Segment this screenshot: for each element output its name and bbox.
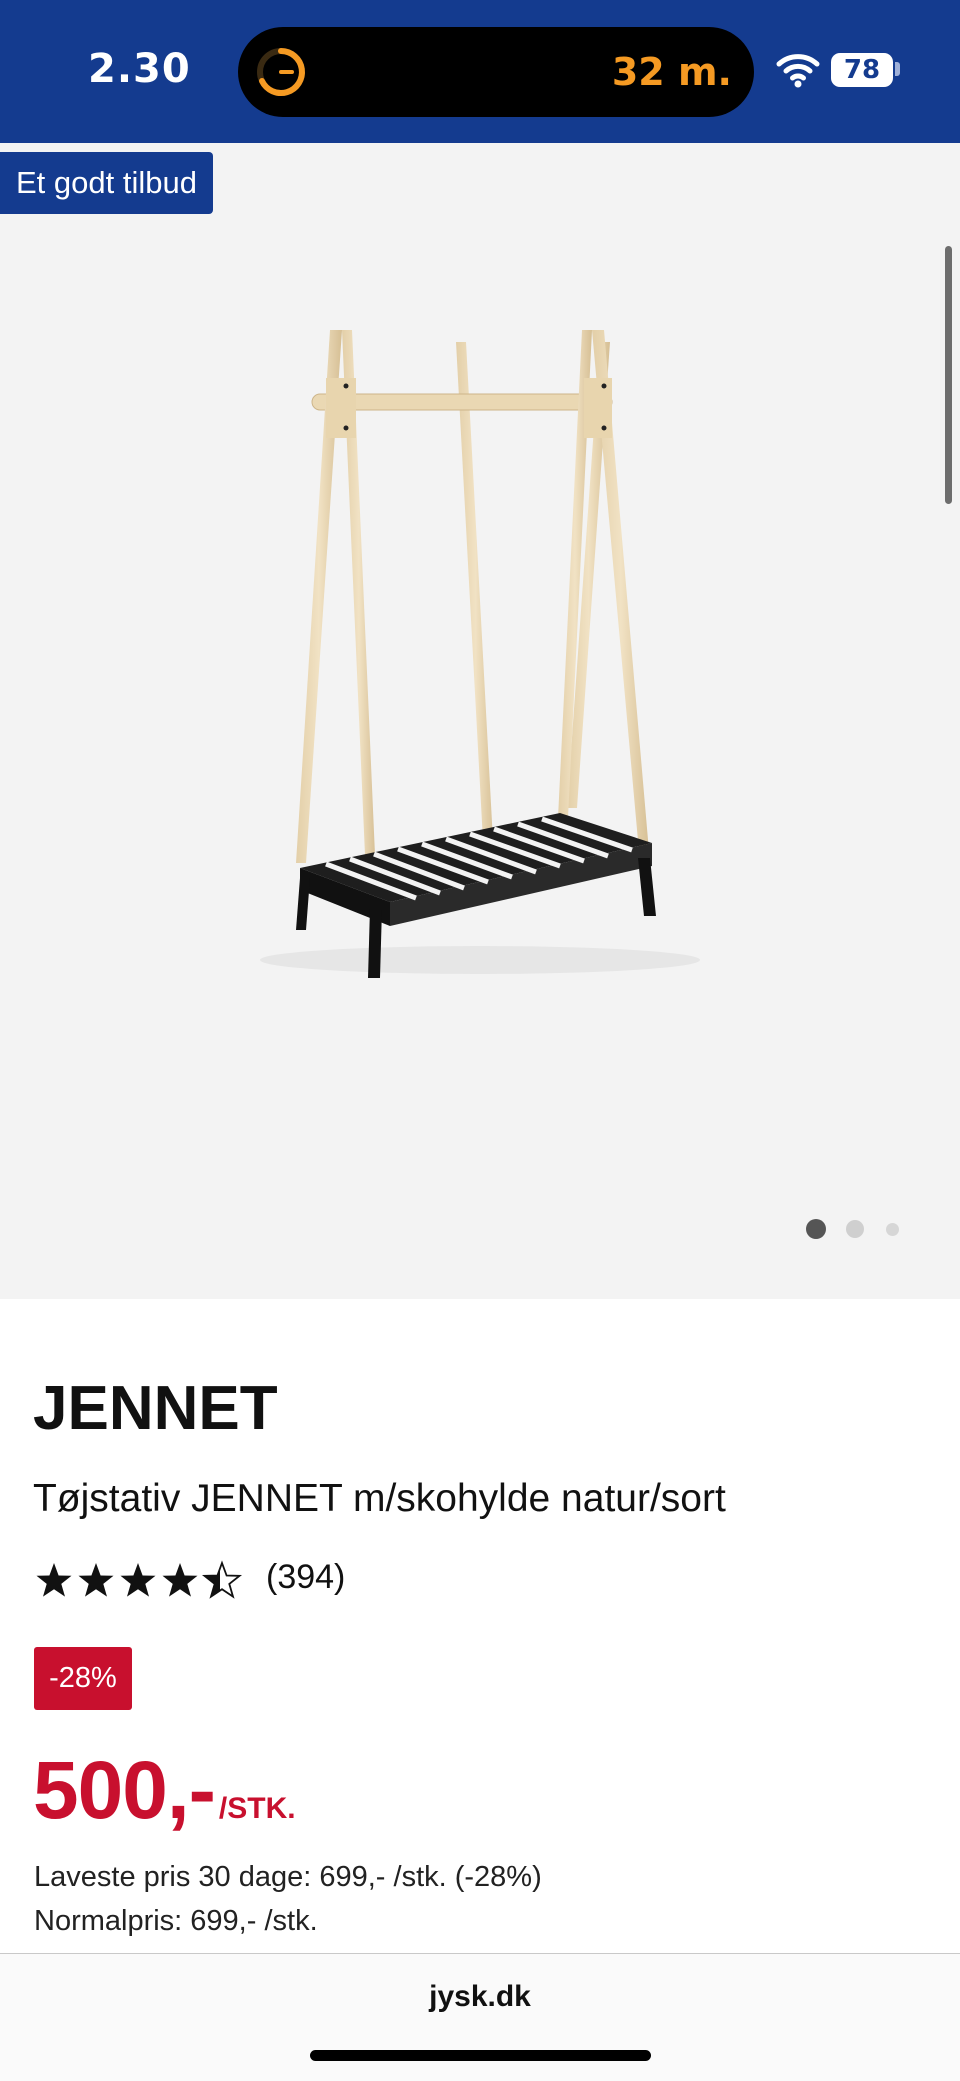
star-icon bbox=[36, 1563, 72, 1597]
timer-icon bbox=[257, 48, 305, 96]
star-icon bbox=[162, 1563, 198, 1597]
normal-price-note: Normalpris: 699,- /stk. bbox=[34, 1905, 318, 1937]
gallery-scrollbar[interactable] bbox=[945, 246, 952, 504]
price-unit: /STK. bbox=[218, 1792, 296, 1825]
dynamic-island[interactable]: 32 m. bbox=[238, 27, 754, 117]
star-icon bbox=[78, 1563, 114, 1597]
product-title: Tøjstativ JENNET m/skohylde natur/sort bbox=[33, 1477, 726, 1520]
offer-badge: Et godt tilbud bbox=[0, 152, 213, 214]
price-row: 500,-/STK. bbox=[33, 1744, 296, 1838]
product-image[interactable] bbox=[230, 318, 730, 998]
home-indicator[interactable] bbox=[310, 2050, 651, 2061]
status-time: 2.30 bbox=[88, 46, 191, 92]
timer-remaining: 32 m. bbox=[611, 50, 732, 94]
product-brand: JENNET bbox=[33, 1374, 278, 1443]
price: 500,- bbox=[33, 1745, 216, 1836]
discount-badge: -28% bbox=[34, 1647, 132, 1710]
star-icon bbox=[120, 1563, 156, 1597]
pagination-dot-active[interactable] bbox=[806, 1219, 826, 1239]
pagination-dot[interactable] bbox=[886, 1223, 899, 1236]
pagination-dot[interactable] bbox=[846, 1220, 864, 1238]
wifi-icon bbox=[776, 54, 820, 88]
rating-stars[interactable] bbox=[36, 1558, 248, 1602]
browser-address-bar[interactable]: jysk.dk bbox=[0, 1953, 960, 2081]
battery-nub bbox=[895, 62, 900, 76]
status-bar: 2.30 32 m. 78 bbox=[0, 0, 960, 143]
battery-icon: 78 bbox=[831, 53, 893, 87]
lowest-price-note: Laveste pris 30 dage: 699,- /stk. (-28%) bbox=[34, 1861, 542, 1893]
review-count[interactable]: (394) bbox=[266, 1558, 345, 1597]
url-text[interactable]: jysk.dk bbox=[0, 1980, 960, 2014]
half-star-icon bbox=[203, 1562, 241, 1598]
battery-level: 78 bbox=[843, 55, 881, 85]
